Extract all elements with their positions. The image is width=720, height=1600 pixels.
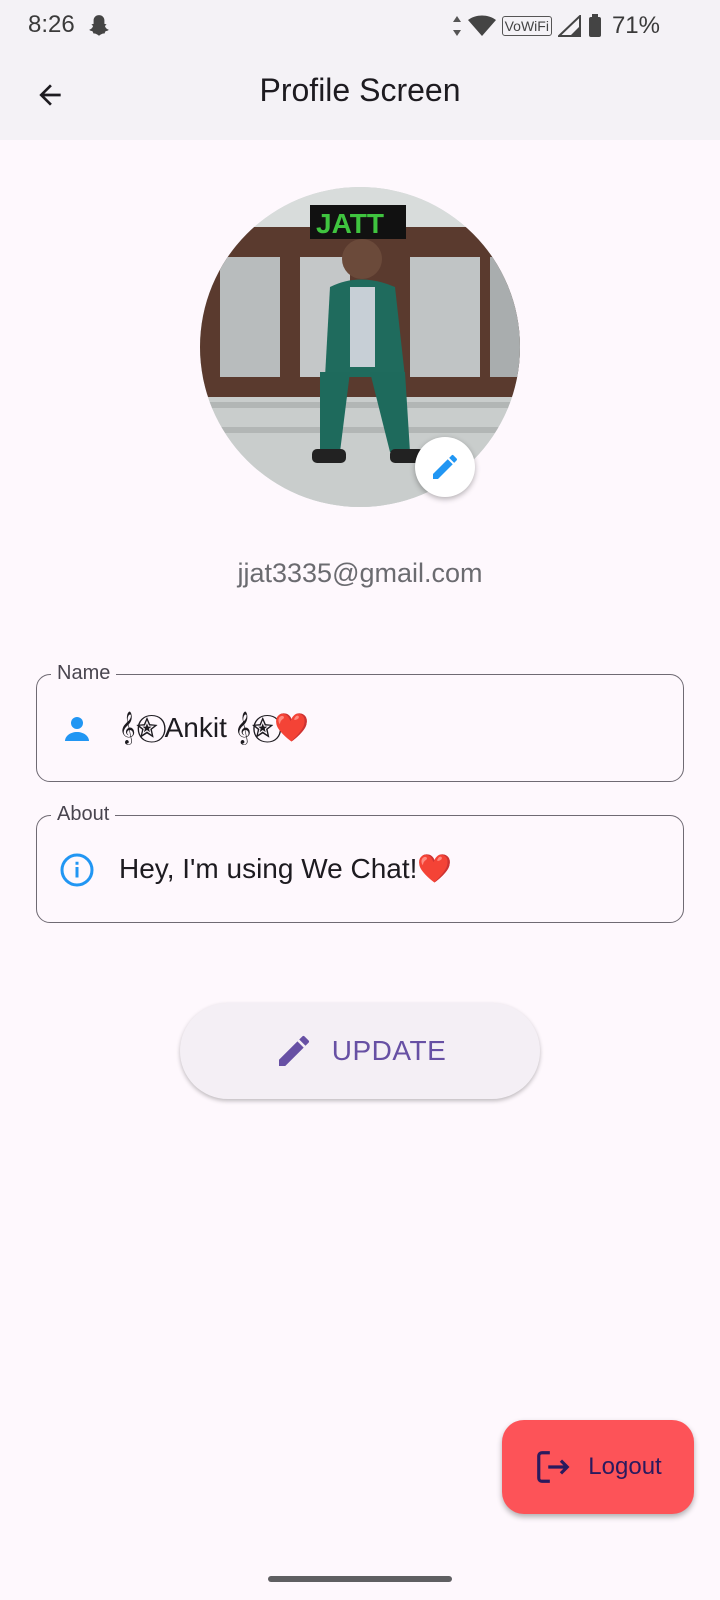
status-icons: VoWiFi 71% — [452, 12, 660, 40]
about-field-label: About — [51, 802, 116, 826]
pencil-icon — [433, 454, 458, 479]
logout-button[interactable]: Logout — [502, 1420, 694, 1514]
battery-percent: 71% — [611, 12, 660, 39]
about-input[interactable]: Hey, I'm using We Chat!❤️ — [119, 852, 452, 885]
battery-icon — [588, 14, 601, 37]
update-label: UPDATE — [331, 1035, 447, 1066]
home-indicator[interactable] — [268, 1576, 452, 1582]
app-bar: Profile Screen — [0, 50, 720, 140]
name-field[interactable]: Name 𝄞✮⃝ Ankit 𝄞✮⃝❤️ — [36, 661, 684, 782]
profile-screen: 8:26 VoWiFi 71% Profile Screen JATT jjat… — [0, 0, 720, 1600]
signal-icon — [557, 15, 581, 37]
logout-label: Logout — [588, 1453, 662, 1480]
data-arrows-icon — [452, 16, 461, 36]
status-bar: 8:26 VoWiFi 71% — [0, 0, 720, 50]
info-icon — [60, 853, 94, 887]
edit-photo-button[interactable] — [415, 437, 475, 497]
pencil-icon — [278, 1035, 309, 1066]
person-icon — [65, 717, 89, 741]
name-field-label: Name — [51, 661, 117, 685]
name-input[interactable]: 𝄞✮⃝ Ankit 𝄞✮⃝❤️ — [119, 711, 309, 745]
update-button[interactable]: UPDATE — [180, 1003, 540, 1099]
page-title: Profile Screen — [259, 72, 461, 108]
snapchat-icon — [89, 15, 109, 36]
svg-text:JATT: JATT — [316, 208, 384, 239]
status-time: 8:26 — [28, 11, 75, 38]
avatar-container: JATT — [200, 187, 520, 507]
about-field[interactable]: About Hey, I'm using We Chat!❤️ — [36, 802, 684, 923]
logout-icon — [537, 1451, 570, 1483]
user-email: jjat3335@gmail.com — [237, 558, 483, 588]
wifi-icon — [467, 15, 496, 36]
vowifi-badge: VoWiFi — [501, 16, 552, 36]
